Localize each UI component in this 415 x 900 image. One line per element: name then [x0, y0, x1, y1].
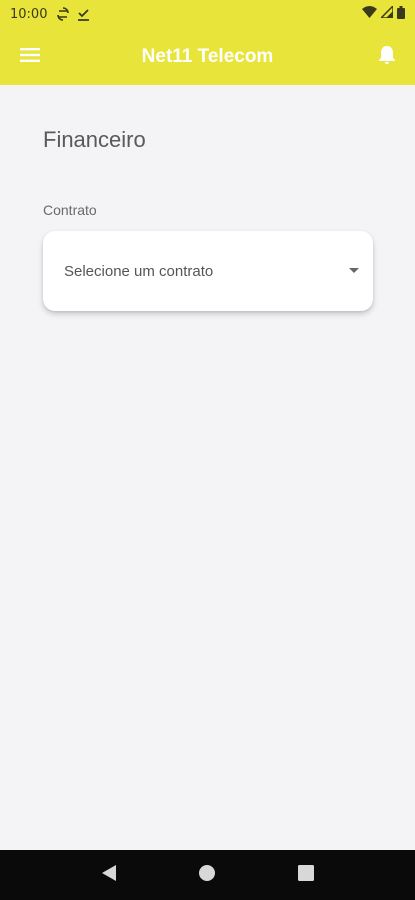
hamburger-menu-icon: [20, 47, 40, 67]
app-bar: Net11 Telecom: [0, 28, 415, 85]
page-title: Financeiro: [43, 127, 146, 152]
home-icon: [198, 864, 216, 886]
nav-home-button[interactable]: [187, 855, 227, 895]
main-content: Financeiro Contrato Selecione um contrat…: [0, 85, 415, 850]
system-nav-bar: [0, 850, 415, 900]
nav-back-button[interactable]: [89, 855, 129, 895]
contract-select-placeholder: Selecione um contrato: [64, 262, 214, 280]
contract-select[interactable]: Selecione um contrato: [43, 231, 373, 311]
wifi-icon: [362, 6, 377, 22]
status-bar: 10:00: [0, 0, 415, 28]
nav-recents-button[interactable]: [286, 855, 326, 895]
app-title: Net11 Telecom: [141, 45, 274, 67]
contract-label: Contrato: [43, 202, 97, 218]
notifications-button[interactable]: [369, 39, 405, 75]
signal-icon: [379, 4, 394, 22]
battery-icon: [397, 5, 405, 23]
dropdown-arrow-icon: [349, 268, 359, 274]
sync-icon: [57, 7, 70, 21]
bell-icon: [378, 45, 396, 69]
recents-icon: [297, 865, 314, 885]
back-icon: [101, 864, 117, 886]
download-done-icon: [77, 8, 90, 21]
menu-button[interactable]: [12, 39, 48, 75]
status-time: 10:00: [10, 6, 48, 22]
